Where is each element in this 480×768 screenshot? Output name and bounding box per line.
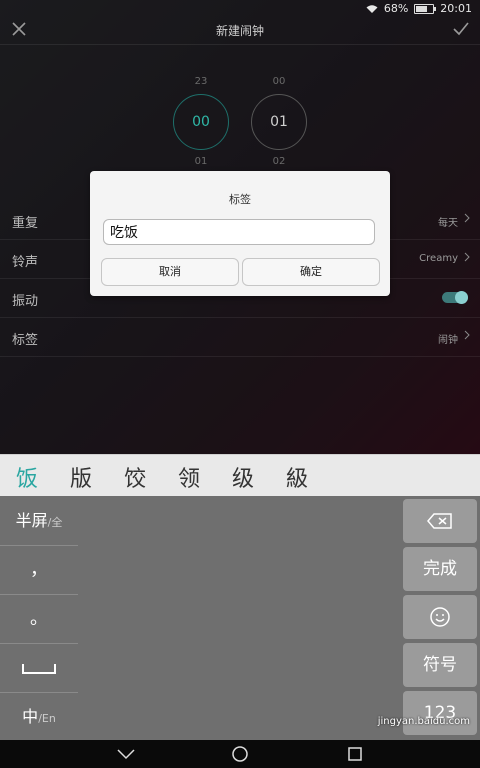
minute-selector[interactable]: 01 bbox=[251, 94, 307, 150]
confirm-button[interactable]: 确定 bbox=[242, 258, 380, 286]
minute-prev[interactable]: 00 bbox=[249, 76, 309, 87]
candidate-4[interactable]: 领 bbox=[178, 461, 200, 493]
half-screen-sub: /全 bbox=[47, 516, 63, 529]
battery-icon bbox=[414, 3, 437, 14]
backspace-icon bbox=[427, 513, 452, 529]
recent-apps-icon[interactable] bbox=[348, 747, 362, 761]
minute-next[interactable]: 02 bbox=[249, 156, 309, 167]
page-title: 新建闹钟 bbox=[215, 24, 264, 38]
dialog-title: 标签 bbox=[229, 193, 251, 206]
period-key[interactable]: 。 bbox=[0, 594, 78, 644]
comma-key[interactable]: ， bbox=[0, 545, 78, 595]
tag-label: 标签 bbox=[12, 333, 39, 348]
candidate-5[interactable]: 级 bbox=[232, 461, 254, 493]
candidate-1[interactable]: 饭 bbox=[16, 461, 38, 493]
home-icon[interactable] bbox=[231, 745, 249, 763]
symbol-key[interactable]: 符号 bbox=[403, 643, 477, 687]
tag-row[interactable]: 标签 闹钟 bbox=[0, 318, 480, 357]
vibrate-toggle[interactable] bbox=[442, 291, 468, 304]
navigation-bar bbox=[0, 740, 480, 768]
ringtone-label: 铃声 bbox=[12, 255, 39, 270]
repeat-value: 每天 bbox=[438, 218, 458, 229]
candidate-2[interactable]: 版 bbox=[70, 461, 92, 493]
clock-time: 20:01 bbox=[440, 2, 472, 15]
vibrate-label: 振动 bbox=[12, 294, 39, 309]
minute-current: 01 bbox=[270, 114, 288, 130]
tag-dialog: 标签 吃饭 取消 确定 bbox=[90, 171, 390, 296]
emoji-icon bbox=[430, 607, 450, 627]
repeat-label: 重复 bbox=[12, 216, 39, 231]
check-icon[interactable] bbox=[452, 20, 470, 38]
lang-sub: /En bbox=[38, 712, 56, 725]
title-bar: 新建闹钟 bbox=[0, 16, 480, 45]
done-key[interactable]: 完成 bbox=[403, 547, 477, 591]
half-screen-label: 半屏 bbox=[15, 511, 48, 530]
candidate-bar: 饭 版 饺 领 级 級 bbox=[0, 454, 480, 497]
candidate-3[interactable]: 饺 bbox=[124, 461, 146, 493]
chevron-right-icon bbox=[464, 252, 470, 262]
backspace-key[interactable] bbox=[403, 499, 477, 543]
hour-prev[interactable]: 23 bbox=[171, 76, 231, 87]
space-icon bbox=[22, 664, 56, 674]
wifi-icon bbox=[366, 4, 378, 13]
ringtone-value: Creamy bbox=[419, 253, 458, 264]
lang-label: 中 bbox=[22, 707, 39, 726]
hour-next[interactable]: 01 bbox=[171, 156, 231, 167]
back-icon[interactable] bbox=[116, 748, 136, 760]
emoji-key[interactable] bbox=[403, 595, 477, 639]
chevron-right-icon bbox=[464, 330, 470, 340]
hour-current: 00 bbox=[192, 114, 210, 130]
watermark: jingyan.baidu.com bbox=[377, 716, 470, 727]
tag-value: 闹钟 bbox=[438, 335, 458, 346]
lang-switch-key[interactable]: 中/En bbox=[0, 692, 78, 741]
battery-percent: 68% bbox=[383, 2, 409, 15]
status-bar: 68% 20:01 bbox=[0, 0, 480, 16]
cancel-button[interactable]: 取消 bbox=[101, 258, 239, 286]
number-key[interactable]: 123 bbox=[403, 691, 477, 735]
chevron-right-icon bbox=[464, 213, 470, 223]
keyboard: 半屏/全 ， 。 中/En 完成 符号 123 bbox=[0, 496, 480, 740]
candidate-6[interactable]: 級 bbox=[286, 461, 308, 493]
half-screen-key[interactable]: 半屏/全 bbox=[0, 496, 78, 546]
space-key[interactable] bbox=[0, 643, 78, 693]
hour-selector[interactable]: 00 bbox=[173, 94, 229, 150]
tag-input[interactable]: 吃饭 bbox=[103, 219, 375, 245]
